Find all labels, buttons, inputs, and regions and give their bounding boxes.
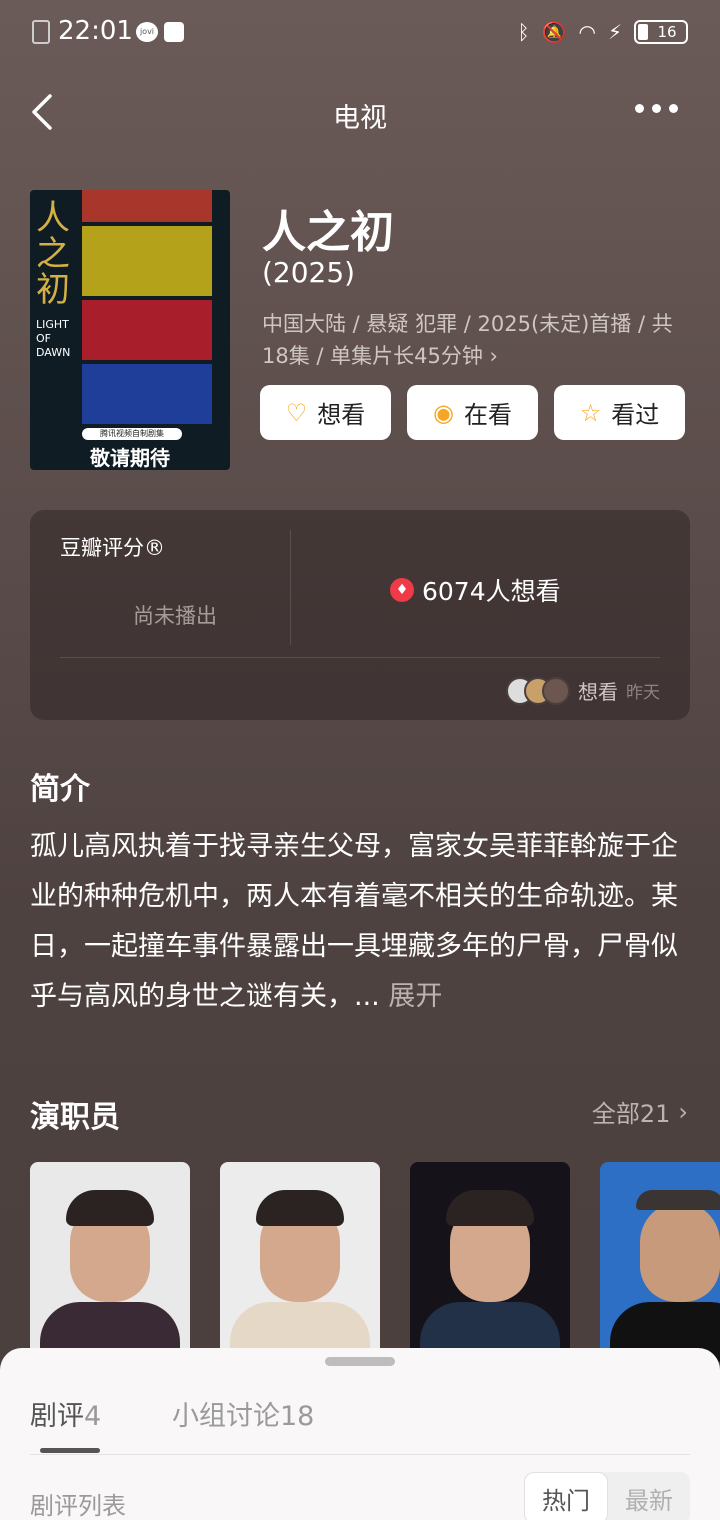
divider xyxy=(290,530,291,645)
divider xyxy=(30,1454,690,1455)
battery-level: 16 xyxy=(657,23,677,41)
friend-avatars xyxy=(506,676,570,705)
watched-label: 看过 xyxy=(611,401,660,429)
review-list-label: 剧评列表 xyxy=(30,1492,126,1520)
tab-indicator xyxy=(40,1448,100,1453)
want-count-text: 6074人想看 xyxy=(422,577,561,606)
status-time: 22:01 xyxy=(58,16,133,46)
message-icon xyxy=(164,22,184,42)
rating-card[interactable]: 豆瓣评分® 尚未播出 ♦ 6074人想看 想看 昨天 xyxy=(30,510,690,720)
mute-bell-icon: 🔕 xyxy=(541,20,567,44)
watching-button[interactable]: ◉ 在看 xyxy=(407,385,538,440)
sheet-drag-handle[interactable] xyxy=(325,1357,395,1366)
divider xyxy=(60,657,660,658)
battery-icon: 16 xyxy=(634,20,688,44)
cast-card[interactable] xyxy=(30,1162,190,1362)
cast-all-label: 全部21 xyxy=(591,1100,671,1128)
want-to-watch-button[interactable]: ♡ 想看 xyxy=(260,385,391,440)
synopsis-body: 孤儿高风执着于找寻亲生父母，富家女吴菲菲斡旋于企业的种种危机中，两人本有着毫不相… xyxy=(30,831,678,1012)
cast-list xyxy=(30,1162,720,1362)
more-options-icon[interactable] xyxy=(635,104,678,113)
sim-icon xyxy=(32,20,50,44)
movie-title: 人之初 xyxy=(262,207,394,258)
want-to-watch-label: 想看 xyxy=(317,401,366,429)
cast-title: 演职员 xyxy=(30,1100,120,1135)
rating-label: 豆瓣评分® xyxy=(60,536,165,560)
tab-group-discussions[interactable]: 小组讨论18 xyxy=(172,1394,314,1433)
page-title: 电视 xyxy=(333,103,387,134)
recent-activity[interactable]: 想看 昨天 xyxy=(506,676,660,705)
sort-toggle: 热门 最新 xyxy=(524,1472,690,1520)
poster-english-title: LIGHT OF DAWN xyxy=(36,318,71,359)
fire-icon: ♦ xyxy=(390,578,414,602)
tab-reviews-label: 剧评 xyxy=(30,1401,84,1432)
chevron-right-icon: › xyxy=(678,1097,688,1126)
recent-time: 昨天 xyxy=(626,683,660,703)
heart-plus-icon: ♡ xyxy=(285,398,308,427)
synopsis-text[interactable]: 孤儿高风执着于找寻亲生父母，富家女吴菲菲斡旋于企业的种种危机中，两人本有着毫不相… xyxy=(30,822,692,1022)
charging-icon: ⚡ xyxy=(607,20,622,44)
rating-status: 尚未播出 xyxy=(133,604,217,628)
watched-button[interactable]: ☆ 看过 xyxy=(554,385,685,440)
tab-discussions-count: 18 xyxy=(280,1401,315,1432)
cast-card[interactable] xyxy=(410,1162,570,1362)
target-icon: ◉ xyxy=(433,398,454,427)
tab-reviews[interactable]: 剧评4 xyxy=(30,1394,101,1433)
tab-reviews-count: 4 xyxy=(84,1401,102,1432)
watching-label: 在看 xyxy=(463,401,512,429)
recent-action: 想看 xyxy=(578,680,618,704)
poster-badge: 腾讯视频自制剧集 xyxy=(82,428,182,440)
cast-all-link[interactable]: 全部21 › xyxy=(592,1094,688,1129)
expand-link[interactable]: 展开 xyxy=(388,981,442,1012)
synopsis-title: 简介 xyxy=(30,772,90,807)
action-buttons: ♡ 想看 ◉ 在看 ☆ 看过 xyxy=(260,385,685,440)
poster-image[interactable]: 人之初 LIGHT OF DAWN 腾讯视频自制剧集 敬请期待 xyxy=(30,190,230,470)
poster-caption: 敬请期待 xyxy=(90,446,170,470)
avatar xyxy=(542,676,570,705)
sort-latest-button[interactable]: 最新 xyxy=(608,1472,690,1520)
cast-card[interactable] xyxy=(220,1162,380,1362)
want-count: ♦ 6074人想看 xyxy=(390,572,561,608)
sort-hot-button[interactable]: 热门 xyxy=(524,1472,608,1520)
poster-calligraphy: 人之初 xyxy=(36,198,70,310)
movie-year: (2025) xyxy=(262,256,356,289)
wifi-icon: ◠ xyxy=(578,20,596,44)
tab-discussions-label: 小组讨论 xyxy=(172,1401,280,1432)
status-bar: 22:01 jovi ᛒ 🔕 ◠ ⚡ 16 xyxy=(0,0,720,64)
reviews-sheet[interactable]: 剧评4 小组讨论18 剧评列表 热门 最新 xyxy=(0,1348,720,1520)
movie-meta[interactable]: 中国大陆 / 悬疑 犯罪 / 2025(未定)首播 / 共18集 / 单集片长4… xyxy=(262,308,692,372)
bluetooth-icon: ᛒ xyxy=(517,20,530,44)
cast-card[interactable] xyxy=(600,1162,720,1362)
jovi-icon: jovi xyxy=(136,22,158,42)
star-icon: ☆ xyxy=(579,398,602,427)
